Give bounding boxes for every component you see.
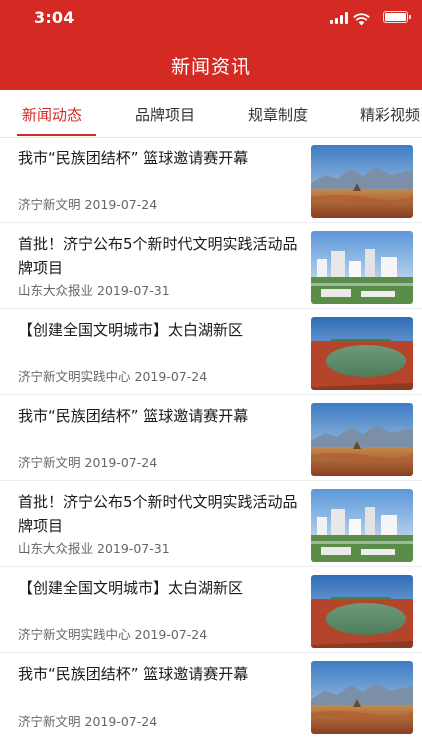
news-thumbnail: [311, 145, 413, 218]
news-date: 2019-07-31: [97, 541, 170, 556]
news-title: 我市“民族团结杯” 篮球邀请赛开幕: [18, 407, 249, 425]
status-bar: 3:04: [0, 0, 422, 36]
news-source: 济宁新文明: [18, 714, 81, 729]
news-meta: 山东大众报业 2019-07-31: [18, 280, 170, 299]
news-date: 2019-07-24: [134, 627, 208, 642]
news-title: 首批！济宁公布5个新时代文明实践活动品牌项目: [18, 235, 298, 277]
news-thumbnail: [311, 403, 413, 476]
active-tab-indicator: [17, 134, 96, 136]
tab-brand-projects[interactable]: 品牌项目: [135, 104, 195, 125]
news-thumbnail: [311, 231, 413, 304]
news-item[interactable]: 【创建全国文明城市】太白湖新区 济宁新文明实践中心 2019-07-24: [0, 310, 422, 395]
news-item[interactable]: 我市“民族团结杯” 篮球邀请赛开幕 济宁新文明 2019-07-24: [0, 138, 422, 223]
news-title: 我市“民族团结杯” 篮球邀请赛开幕: [18, 665, 249, 683]
page-title: 新闻资讯: [170, 56, 251, 78]
wifi-icon: [353, 11, 370, 26]
category-tabs: 新闻动态 品牌项目 规章制度 精彩视频: [0, 90, 422, 138]
news-title: 【创建全国文明城市】太白湖新区: [18, 321, 244, 339]
news-item[interactable]: 【创建全国文明城市】太白湖新区 济宁新文明实践中心 2019-07-24: [0, 568, 422, 653]
news-source: 济宁新文明: [18, 455, 81, 470]
news-thumbnail: [311, 575, 413, 648]
news-date: 2019-07-24: [84, 197, 158, 212]
news-meta: 济宁新文明 2019-07-24: [18, 452, 157, 471]
news-date: 2019-07-24: [84, 455, 158, 470]
news-meta: 济宁新文明实践中心 2019-07-24: [18, 624, 207, 643]
tab-news[interactable]: 新闻动态: [22, 104, 82, 125]
news-source: 济宁新文明实践中心: [18, 369, 131, 384]
cellular-signal-icon: [330, 12, 348, 24]
news-date: 2019-07-24: [134, 369, 208, 384]
news-item[interactable]: 我市“民族团结杯” 篮球邀请赛开幕 济宁新文明 2019-07-24: [0, 654, 422, 739]
news-thumbnail: [311, 317, 413, 390]
tab-videos[interactable]: 精彩视频: [360, 104, 420, 125]
news-item[interactable]: 首批！济宁公布5个新时代文明实践活动品牌项目 山东大众报业 2019-07-31: [0, 482, 422, 567]
news-meta: 济宁新文明实践中心 2019-07-24: [18, 366, 207, 385]
news-source: 济宁新文明实践中心: [18, 627, 131, 642]
news-title: 我市“民族团结杯” 篮球邀请赛开幕: [18, 149, 249, 167]
news-source: 山东大众报业: [18, 283, 94, 298]
news-thumbnail: [311, 489, 413, 562]
news-title: 【创建全国文明城市】太白湖新区: [18, 579, 244, 597]
news-date: 2019-07-24: [84, 714, 158, 729]
news-date: 2019-07-31: [97, 283, 170, 298]
news-meta: 山东大众报业 2019-07-31: [18, 538, 170, 557]
app-header: 3:04 新闻资讯: [0, 0, 422, 90]
status-time: 3:04: [34, 8, 75, 27]
battery-icon: [383, 11, 411, 23]
news-source: 济宁新文明: [18, 197, 81, 212]
news-item[interactable]: 我市“民族团结杯” 篮球邀请赛开幕 济宁新文明 2019-07-24: [0, 396, 422, 481]
news-meta: 济宁新文明 2019-07-24: [18, 711, 157, 730]
news-source: 山东大众报业: [18, 541, 94, 556]
news-item[interactable]: 首批！济宁公布5个新时代文明实践活动品牌项目 山东大众报业 2019-07-31: [0, 224, 422, 309]
news-title: 首批！济宁公布5个新时代文明实践活动品牌项目: [18, 493, 298, 535]
news-thumbnail: [311, 661, 413, 734]
tab-regulations[interactable]: 规章制度: [248, 104, 308, 125]
news-meta: 济宁新文明 2019-07-24: [18, 194, 157, 213]
